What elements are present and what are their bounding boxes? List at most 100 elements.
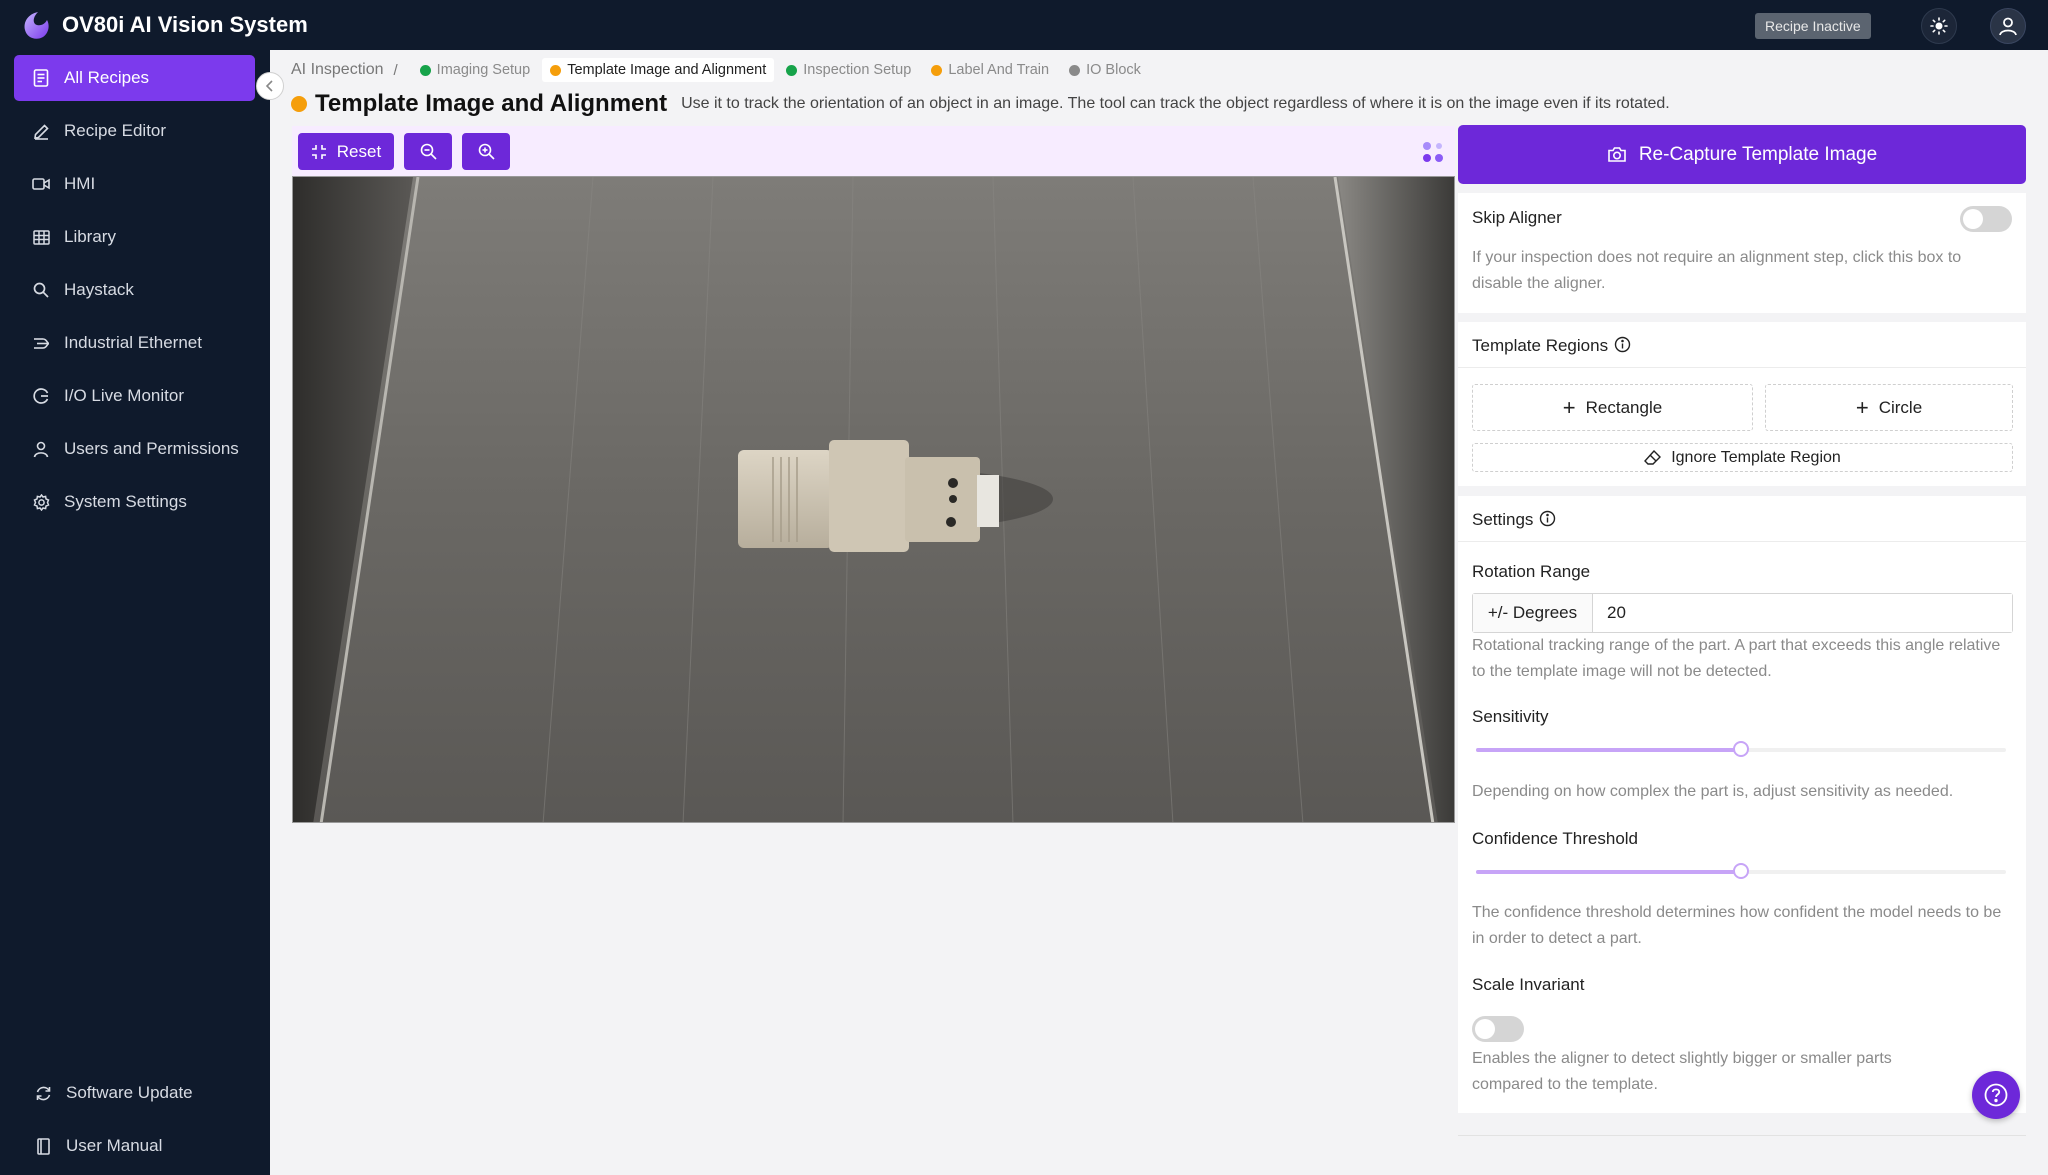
- sidebar-item-industrial-ethernet[interactable]: Industrial Ethernet: [14, 320, 255, 366]
- sidebar-item-users-and-permissions[interactable]: Users and Permissions: [14, 426, 255, 472]
- skip-aligner-help: If your inspection does not require an a…: [1472, 249, 1962, 292]
- rotation-range-input[interactable]: [1593, 594, 2012, 632]
- sidebar-item-hmi[interactable]: HMI: [14, 161, 255, 207]
- video-icon: [32, 175, 50, 193]
- step-label: IO Block: [1086, 62, 1141, 78]
- divider: [1458, 541, 2026, 542]
- image-toolbar: Reset: [292, 126, 1455, 176]
- breadcrumb-root[interactable]: AI Inspection: [291, 61, 384, 79]
- toggle-knob: [1475, 1019, 1495, 1039]
- zoom-out-icon: [420, 143, 437, 160]
- page-header: Template Image and Alignment Use it to t…: [291, 90, 1670, 118]
- breadcrumb: AI Inspection / Imaging Setup Template I…: [291, 58, 1153, 82]
- skip-aligner-card: Skip Aligner If your inspection does not…: [1458, 193, 2026, 313]
- reset-button[interactable]: Reset: [298, 133, 394, 170]
- page-status-dot: [291, 96, 307, 112]
- scale-invariant-toggle[interactable]: [1472, 1016, 1524, 1042]
- user-account-button[interactable]: [1990, 8, 2026, 44]
- step-inspection-setup[interactable]: Inspection Setup: [778, 58, 919, 82]
- step-label: Label And Train: [948, 62, 1050, 78]
- sidebar-item-label: Library: [64, 227, 116, 246]
- zoom-out-button[interactable]: [404, 133, 452, 170]
- toggle-knob: [1963, 209, 1983, 229]
- rotation-range-label: Rotation Range: [1472, 562, 1591, 581]
- sensitivity-help: Depending on how complex the part is, ad…: [1472, 783, 1954, 800]
- shrink-icon: [311, 144, 326, 159]
- divider: [1458, 367, 2026, 368]
- sidebar-item-label: Software Update: [66, 1083, 193, 1102]
- logo-icon: [24, 12, 49, 39]
- sensitivity-label: Sensitivity: [1472, 707, 1549, 726]
- step-template-image-and-alignment[interactable]: Template Image and Alignment: [542, 58, 775, 82]
- zoom-in-icon: [478, 143, 495, 160]
- step-imaging-setup[interactable]: Imaging Setup: [412, 58, 539, 82]
- sidebar-item-label: I/O Live Monitor: [64, 386, 184, 405]
- template-image-canvas[interactable]: [292, 176, 1455, 823]
- help-button[interactable]: [1972, 1071, 2020, 1119]
- info-icon[interactable]: [1614, 336, 1631, 353]
- theme-toggle-button[interactable]: [1921, 8, 1957, 44]
- camera-icon: [1607, 146, 1627, 163]
- sidebar-item-user-manual[interactable]: User Manual: [14, 1123, 255, 1169]
- sidebar-item-library[interactable]: Library: [14, 214, 255, 260]
- scale-invariant-help: Enables the aligner to detect slightly b…: [1472, 1050, 1892, 1093]
- step-label: Imaging Setup: [436, 62, 531, 78]
- sidebar-item-io-live-monitor[interactable]: I/O Live Monitor: [14, 373, 255, 419]
- sidebar: All Recipes Recipe Editor HMI Library Ha…: [0, 50, 270, 1175]
- search-icon: [32, 281, 50, 299]
- sidebar-item-label: All Recipes: [64, 68, 150, 87]
- sidebar-item-label: System Settings: [64, 492, 187, 511]
- sidebar-item-haystack[interactable]: Haystack: [14, 267, 255, 313]
- step-label-and-train[interactable]: Label And Train: [923, 58, 1057, 82]
- confidence-threshold-label: Confidence Threshold: [1472, 829, 1639, 848]
- user-icon: [32, 440, 50, 458]
- pencil-icon: [32, 122, 50, 140]
- rotation-range-input-group: +/- Degrees: [1472, 593, 2013, 633]
- question-icon: [1984, 1083, 2008, 1107]
- loading-dots-icon: [1423, 142, 1443, 162]
- skip-aligner-toggle[interactable]: [1960, 206, 2012, 232]
- sidebar-collapse-button[interactable]: [256, 72, 284, 100]
- circle-label: Circle: [1878, 397, 1923, 417]
- grid-icon: [32, 228, 50, 246]
- settings-title-text: Settings: [1472, 510, 1534, 529]
- chevron-left-icon: [265, 80, 273, 92]
- step-io-block[interactable]: IO Block: [1061, 58, 1149, 82]
- zoom-in-button[interactable]: [462, 133, 510, 170]
- template-image: [293, 177, 1454, 822]
- ignore-region-label: Ignore Template Region: [1671, 448, 1841, 466]
- sidebar-item-system-settings[interactable]: System Settings: [14, 479, 255, 525]
- add-rectangle-button[interactable]: + Rectangle: [1472, 384, 1753, 431]
- user-icon: [1999, 17, 2017, 36]
- slider-thumb[interactable]: [1733, 741, 1749, 757]
- settings-card: Settings Rotation Range +/- Degrees Rota…: [1458, 496, 2026, 1113]
- add-circle-button[interactable]: + Circle: [1765, 384, 2013, 431]
- sidebar-item-label: HMI: [64, 174, 96, 193]
- recapture-label: Re-Capture Template Image: [1638, 143, 1878, 165]
- step-status-dot: [1069, 64, 1081, 76]
- slider-thumb[interactable]: [1733, 863, 1749, 879]
- ignore-template-region-button[interactable]: Ignore Template Region: [1472, 443, 2013, 472]
- recapture-template-button[interactable]: Re-Capture Template Image: [1458, 125, 2026, 184]
- rectangle-label: Rectangle: [1585, 397, 1663, 417]
- sidebar-item-software-update[interactable]: Software Update: [14, 1070, 255, 1116]
- step-status-dot: [419, 64, 431, 76]
- page-description: Use it to track the orientation of an ob…: [681, 95, 1670, 112]
- sidebar-item-recipe-editor[interactable]: Recipe Editor: [14, 108, 255, 154]
- page-title: Template Image and Alignment: [315, 90, 668, 117]
- sidebar-item-label: Industrial Ethernet: [64, 333, 202, 352]
- top-bar: OV80i AI Vision System Recipe Inactive: [0, 0, 2048, 50]
- network-icon: [32, 334, 50, 352]
- confidence-threshold-slider[interactable]: [1476, 863, 2006, 879]
- slider-fill: [1476, 748, 1741, 752]
- sensitivity-slider[interactable]: [1476, 741, 2006, 757]
- step-label: Inspection Setup: [803, 62, 912, 78]
- reset-label: Reset: [336, 141, 382, 161]
- step-label: Template Image and Alignment: [567, 62, 767, 78]
- skip-aligner-label: Skip Aligner: [1472, 208, 1562, 227]
- sidebar-item-all-recipes[interactable]: All Recipes: [14, 55, 255, 101]
- info-icon[interactable]: [1539, 510, 1556, 527]
- gear-icon: [32, 493, 50, 511]
- rotation-range-addon: +/- Degrees: [1473, 594, 1593, 632]
- document-icon: [32, 69, 50, 87]
